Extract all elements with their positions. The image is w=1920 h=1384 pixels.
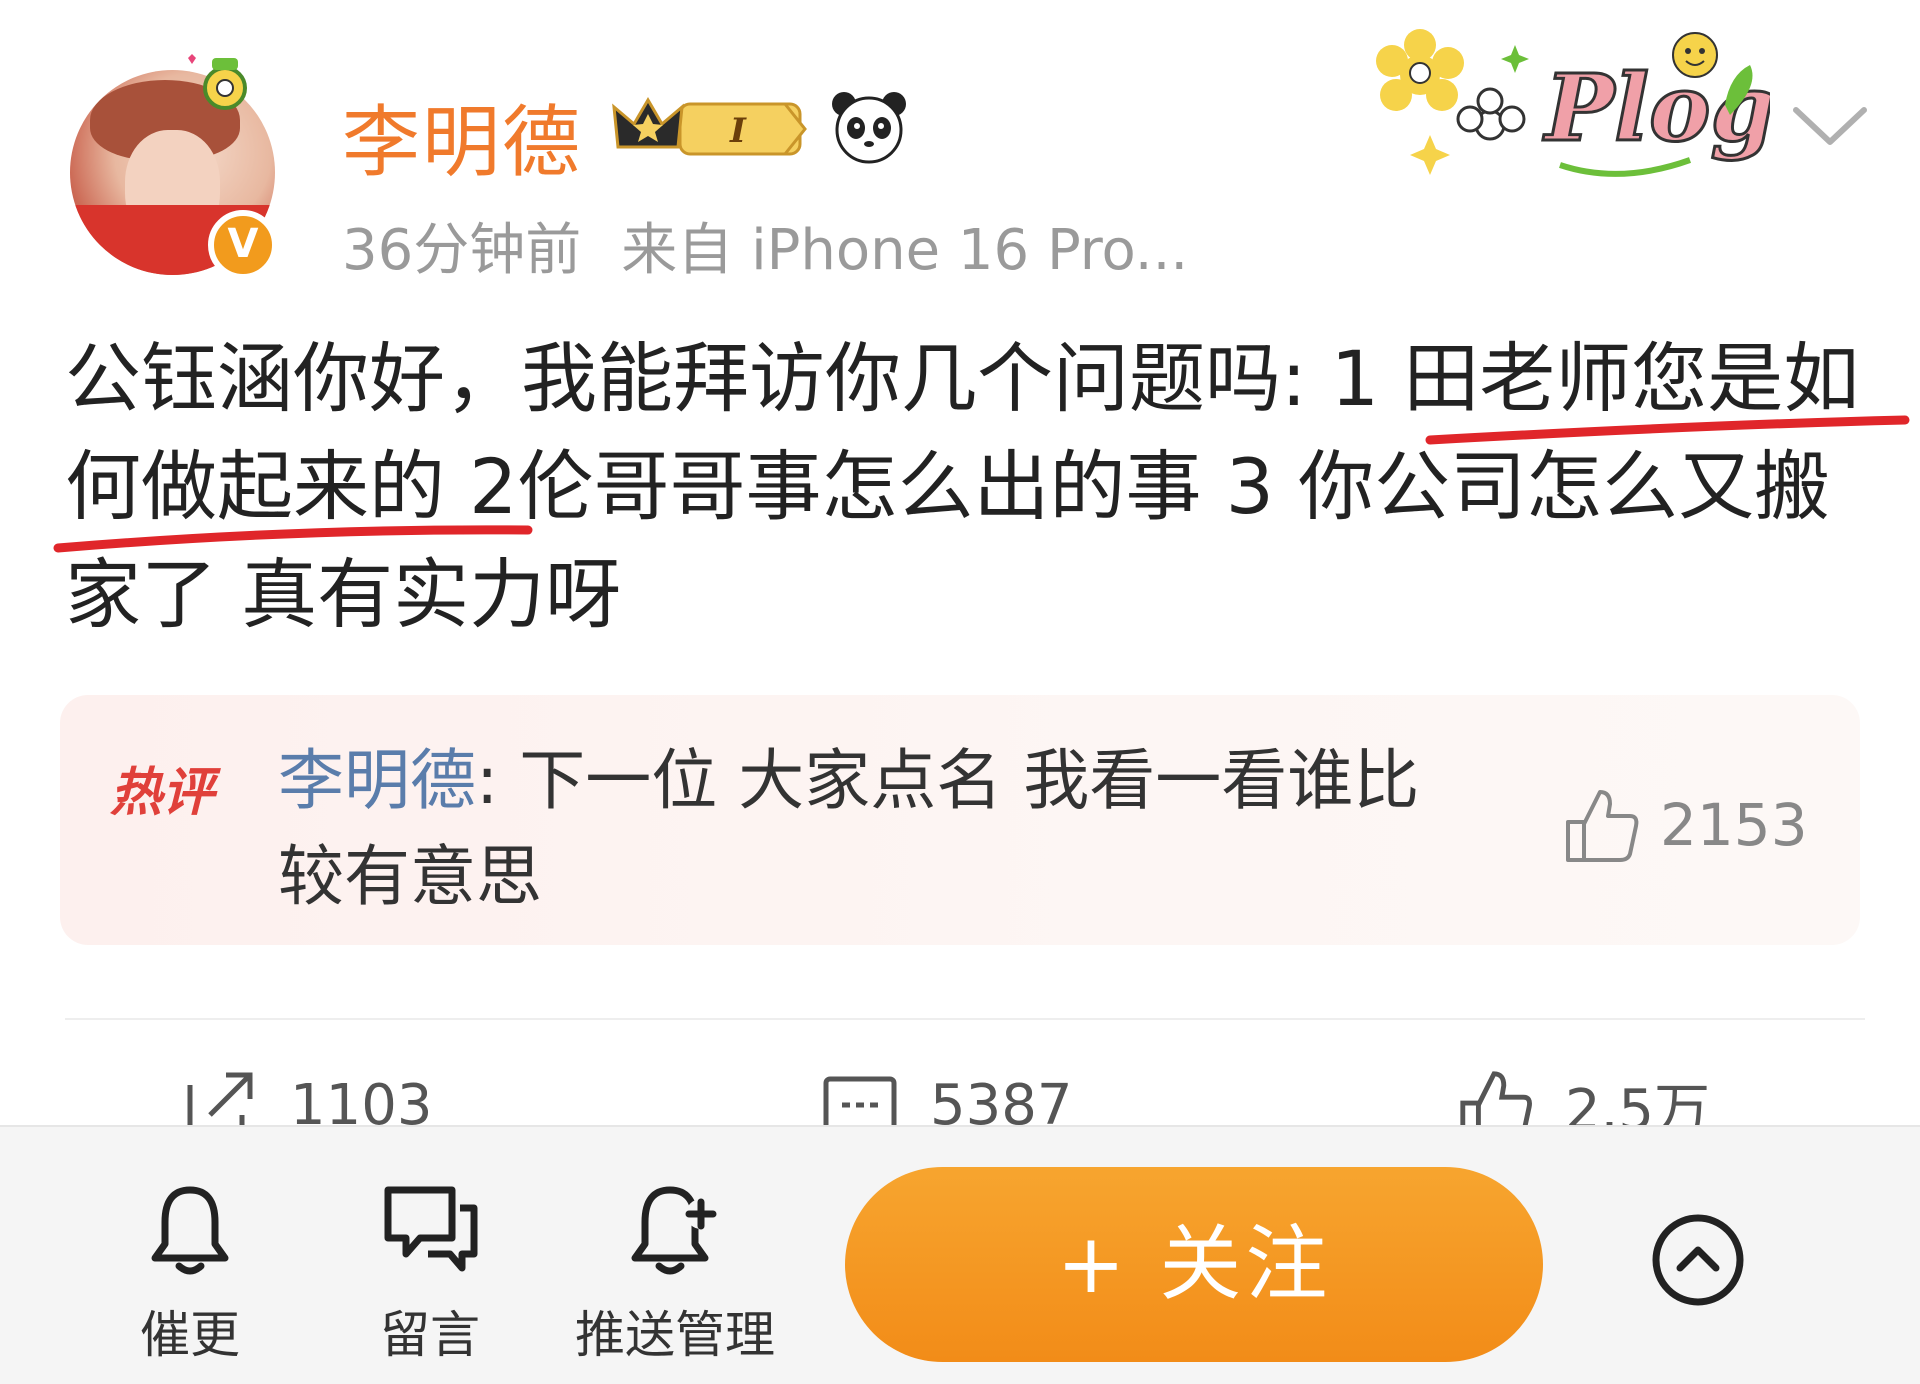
follow-button[interactable]: + 关注 (845, 1167, 1543, 1362)
chevron-down-icon[interactable] (1790, 100, 1870, 150)
weibo-post-page: V 李明德 I 36分钟前 来自 iPhone 16 Pro... Plog 公… (0, 0, 1920, 1384)
panda-icon (832, 92, 906, 164)
thumbs-up-icon (1566, 790, 1639, 862)
post-meta: 36分钟前 来自 iPhone 16 Pro... (342, 205, 1188, 286)
hot-comment-like-button[interactable]: 2153 (1560, 785, 1808, 865)
timestamp: 36分钟前 (342, 218, 582, 283)
bell-icon (151, 1186, 229, 1275)
hot-comment-card[interactable]: 热评 李明德: 下一位 大家点名 我看一看谁比较有意思 2153 (60, 695, 1860, 945)
remind-update-label: 催更 (140, 1306, 240, 1364)
username[interactable]: 李明德 (342, 80, 582, 192)
hot-comment-separator: : (476, 742, 499, 819)
bottom-toolbar: 催更 留言 推送管理 + 关注 (0, 1125, 1920, 1384)
hot-comment-label: 热评 (110, 763, 215, 823)
post-content: 公钰涵你好，我能拜访你几个问题吗: 1 田老师您是如何做起来的 2伦哥哥事怎么出… (65, 334, 1860, 639)
level-badge-text: I (729, 111, 747, 151)
chat-bubble-icon (384, 1186, 478, 1272)
avatar-decoration-icon (188, 54, 247, 110)
remind-update-button[interactable]: 催更 (90, 1182, 290, 1367)
hot-comment-author[interactable]: 李明德 (278, 742, 476, 819)
push-management-label: 推送管理 (575, 1306, 775, 1364)
chevron-up-circle-icon[interactable] (1650, 1212, 1746, 1308)
push-management-button[interactable]: 推送管理 (575, 1182, 775, 1367)
hot-comment-like-count: 2153 (1660, 791, 1808, 859)
verified-v-icon: V (208, 210, 278, 280)
post-source: 来自 iPhone 16 Pro... (621, 218, 1189, 283)
message-button[interactable]: 留言 (330, 1182, 530, 1367)
hot-comment-text: 李明德: 下一位 大家点名 我看一看谁比较有意思 (278, 733, 1438, 925)
bell-plus-icon (631, 1186, 717, 1275)
message-label: 留言 (380, 1306, 480, 1364)
crown-icon: I (612, 97, 807, 156)
divider (65, 1018, 1865, 1020)
plog-sticker-icon: Plog (1376, 29, 1770, 177)
